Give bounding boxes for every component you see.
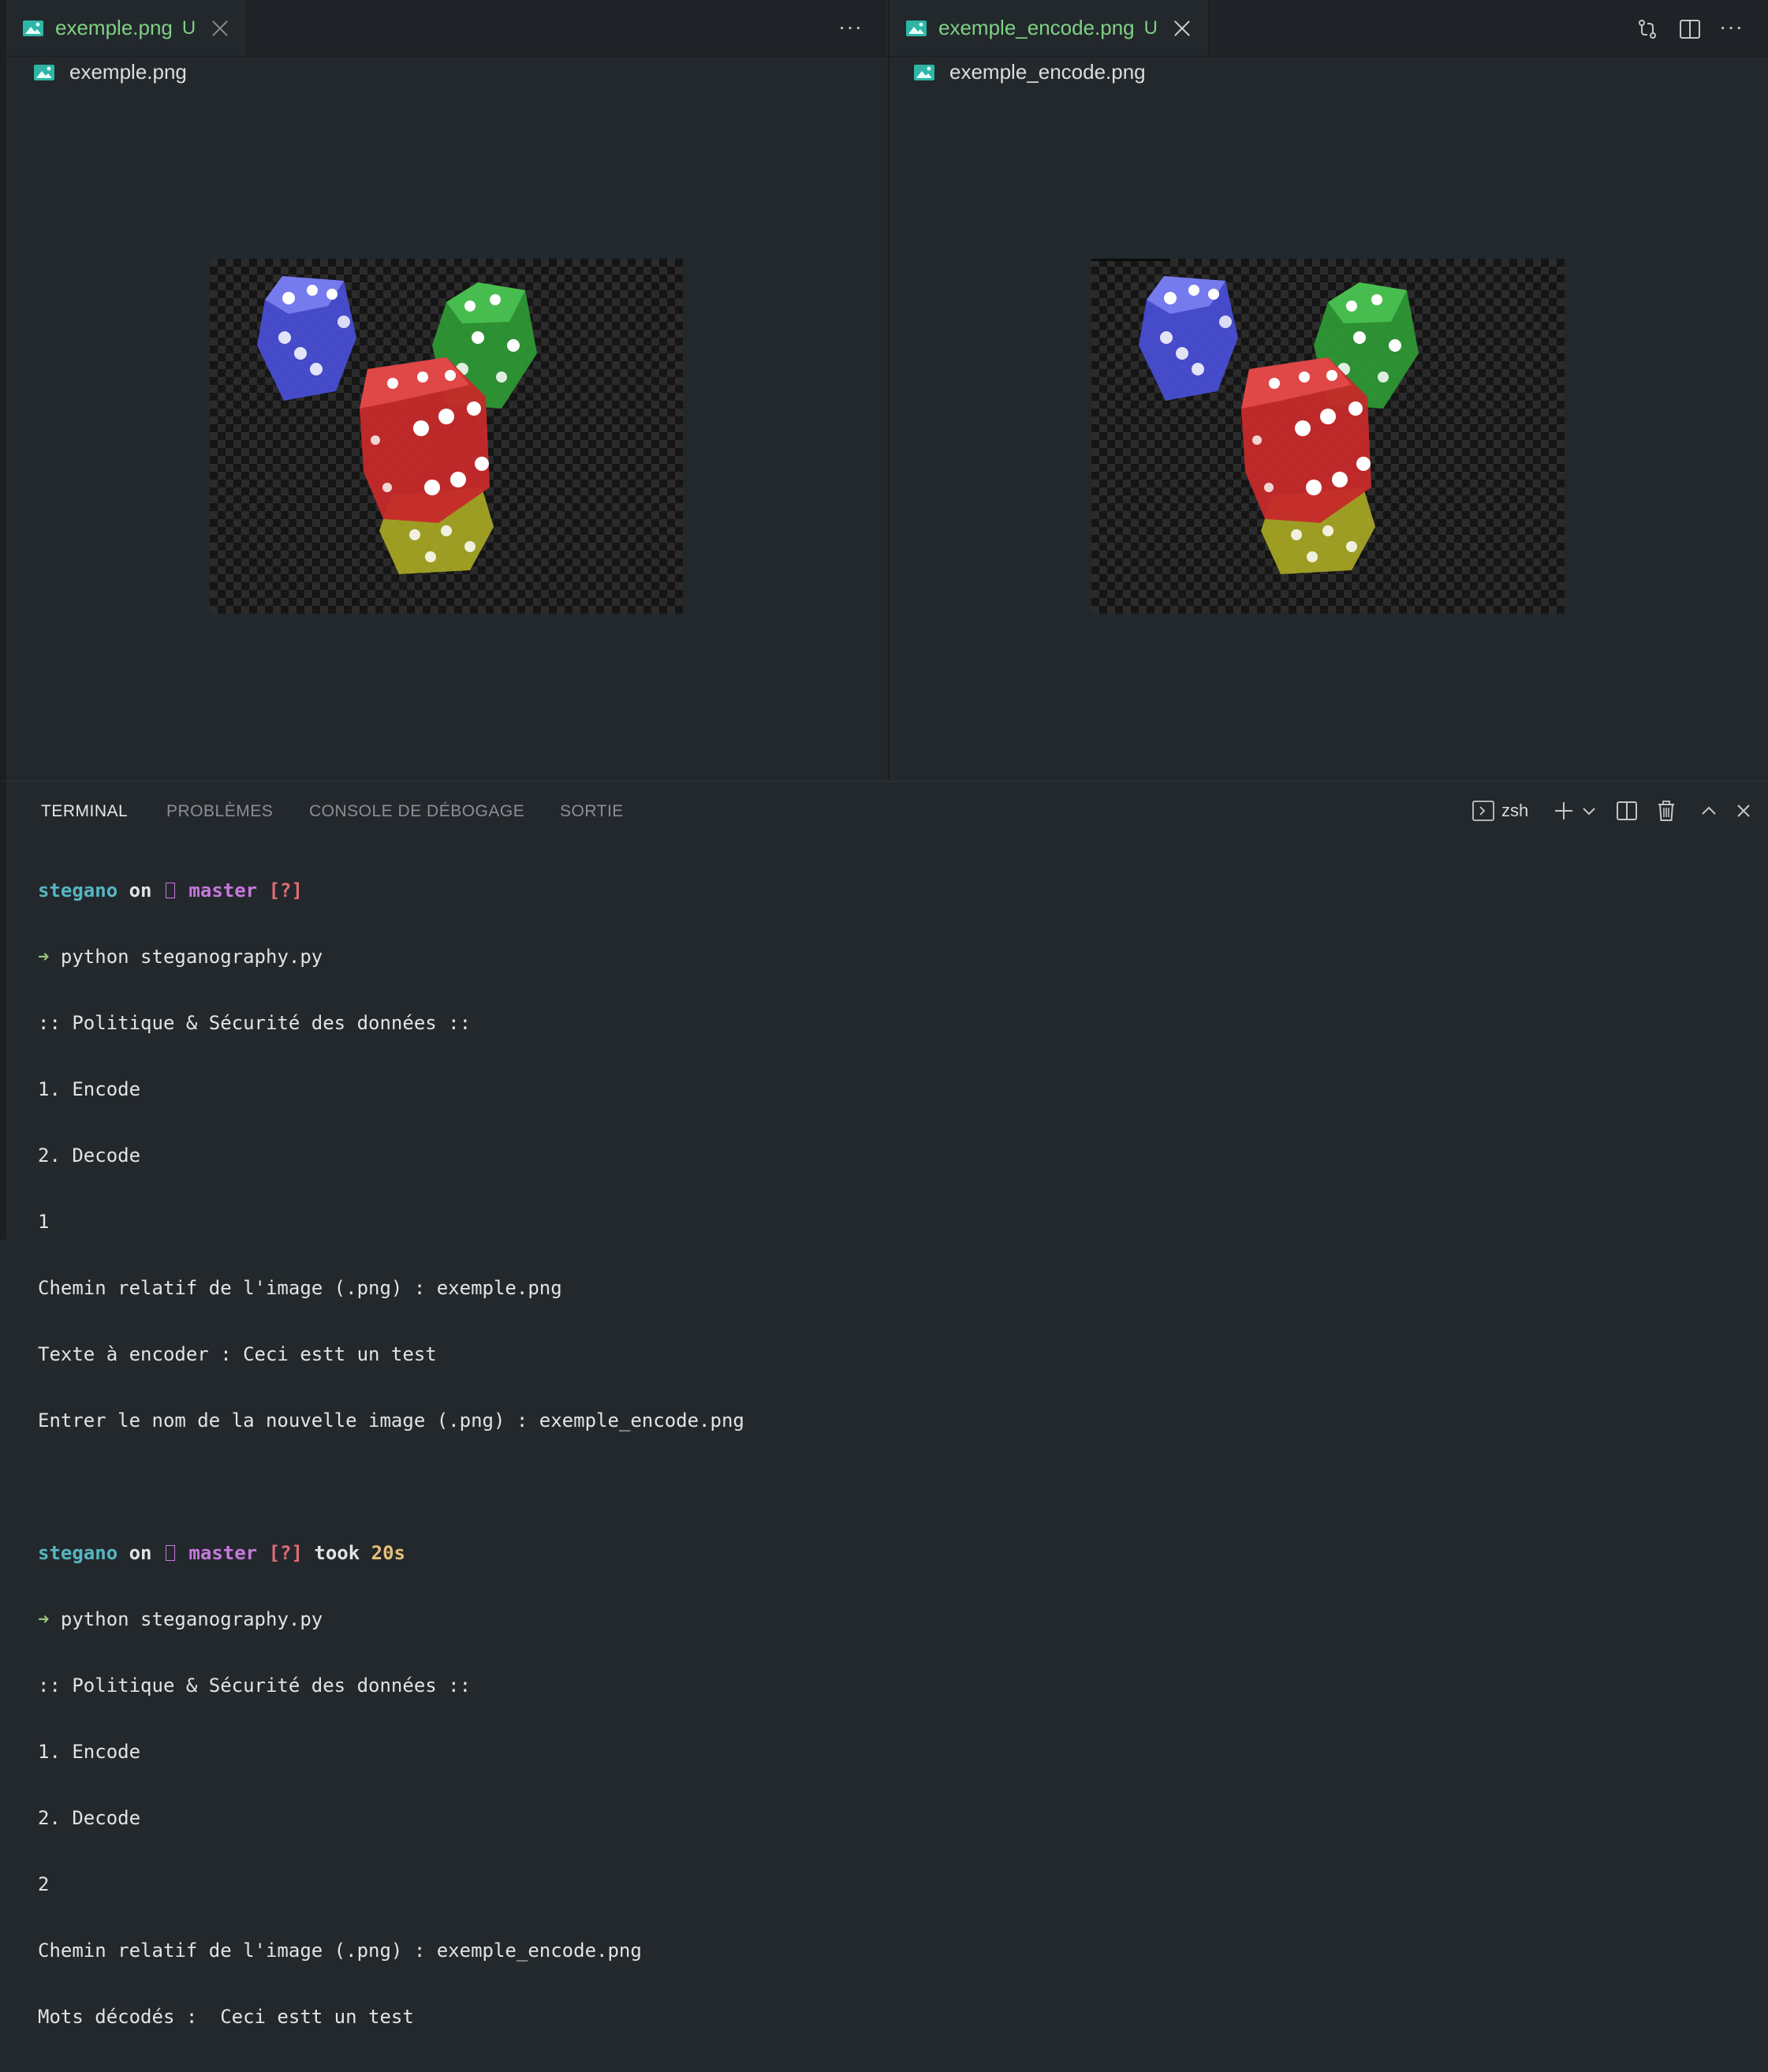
prompt-dir: stegano: [38, 879, 118, 902]
command-text: python steganography.py: [60, 1608, 323, 1630]
prompt-dir: stegano: [38, 1542, 118, 1564]
terminal-line: 1. Encode: [38, 1078, 141, 1100]
terminal-line: Chemin relatif de l'image (.png) : exemp…: [38, 1277, 562, 1299]
tab-exemple-png[interactable]: exemple.png U: [6, 0, 247, 56]
prompt-on: on: [129, 879, 152, 902]
prompt-branch: master: [188, 1542, 258, 1564]
terminal-icon: [1472, 801, 1494, 821]
dice-image: [257, 276, 537, 574]
terminal-line: :: Politique & Sécurité des données ::: [38, 1012, 472, 1034]
prompt-on: on: [129, 1542, 152, 1564]
chevron-down-icon[interactable]: [1581, 805, 1597, 818]
git-branch-icon: [165, 883, 175, 898]
prompt-duration: 20s: [371, 1542, 405, 1564]
prompt-took: took: [314, 1542, 360, 1564]
close-icon[interactable]: [211, 20, 229, 37]
close-panel-icon[interactable]: [1732, 799, 1755, 823]
prompt-branch: master: [188, 879, 258, 902]
terminal-line: ➜ python steganography.py: [38, 946, 744, 968]
trash-icon[interactable]: [1654, 799, 1678, 823]
editor-pane-right: exemple_encode.png U ··· exemple_encode.…: [888, 0, 1768, 781]
prompt-status: [?]: [268, 1542, 303, 1564]
breadcrumb-label: exemple_encode.png: [949, 60, 1146, 84]
new-terminal-icon[interactable]: [1552, 799, 1576, 823]
terminal-line: :: Politique & Sécurité des données ::: [38, 1674, 472, 1697]
split-terminal-icon[interactable]: [1615, 799, 1639, 823]
tab-label: exemple_encode.png: [938, 16, 1135, 39]
image-file-icon: [914, 64, 934, 80]
maximize-panel-icon[interactable]: [1697, 799, 1721, 823]
shell-name: zsh: [1501, 801, 1529, 820]
breadcrumb[interactable]: exemple_encode.png: [913, 60, 1146, 84]
dice-image: [1139, 276, 1419, 574]
terminal-line: Entrer le nom de la nouvelle image (.png…: [38, 1409, 744, 1432]
image-file-icon: [34, 64, 54, 80]
terminal-prompt: stegano on master [?] took 20s: [38, 1542, 744, 1564]
tab-terminal[interactable]: TERMINAL: [41, 802, 128, 821]
terminal-line: 2: [38, 1873, 50, 1895]
editor-pane-left: exemple.png U ··· exemple.png: [0, 0, 887, 781]
breadcrumb[interactable]: exemple.png: [33, 60, 187, 84]
terminal-line: 2. Decode: [38, 1144, 141, 1167]
image-preview: [1091, 259, 1565, 614]
more-actions-icon[interactable]: ···: [838, 16, 863, 38]
terminal-line: 1: [38, 1211, 50, 1233]
more-actions-icon[interactable]: ···: [1719, 16, 1744, 38]
terminal-line: 2. Decode: [38, 1807, 141, 1829]
split-editor-icon[interactable]: [1678, 17, 1702, 41]
terminal-line: ➜ python steganography.py: [38, 1608, 744, 1630]
terminal-shell-selector[interactable]: zsh: [1471, 799, 1528, 823]
tab-exemple-encode-png[interactable]: exemple_encode.png U: [890, 0, 1209, 56]
prompt-arrow-icon: ➜: [38, 1608, 50, 1630]
tab-bar-right: exemple_encode.png U ···: [890, 0, 1768, 57]
image-file-icon: [906, 20, 927, 36]
untracked-badge: U: [181, 17, 196, 39]
tab-debug-console[interactable]: CONSOLE DE DÉBOGAGE: [309, 802, 524, 821]
terminal-panel: TERMINAL PROBLÈMES CONSOLE DE DÉBOGAGE S…: [0, 781, 1768, 2028]
terminal-line: 1. Encode: [38, 1741, 141, 1763]
git-branch-icon: [165, 1545, 175, 1561]
prompt-status: [?]: [268, 879, 303, 902]
open-changes-icon[interactable]: [1636, 17, 1659, 41]
tab-label: exemple.png: [55, 16, 173, 39]
terminal-line: Texte à encoder : Ceci estt un test: [38, 1343, 437, 1365]
terminal-output[interactable]: stegano on master [?] ➜ python steganogr…: [38, 835, 744, 2072]
tab-bar-left: exemple.png U ···: [6, 0, 887, 57]
terminal-line: Mots décodés : Ceci estt un test: [38, 2006, 414, 2028]
tab-problems[interactable]: PROBLÈMES: [166, 802, 273, 821]
breadcrumb-label: exemple.png: [69, 60, 187, 84]
tab-output[interactable]: SORTIE: [560, 802, 624, 821]
terminal-line: Chemin relatif de l'image (.png) : exemp…: [38, 1939, 642, 1962]
command-text: python steganography.py: [60, 946, 323, 968]
image-file-icon: [23, 20, 43, 36]
untracked-badge: U: [1143, 17, 1158, 39]
image-preview: [210, 259, 683, 614]
close-icon[interactable]: [1173, 20, 1191, 37]
prompt-arrow-icon: ➜: [38, 946, 50, 968]
terminal-prompt: stegano on master [?]: [38, 879, 744, 902]
